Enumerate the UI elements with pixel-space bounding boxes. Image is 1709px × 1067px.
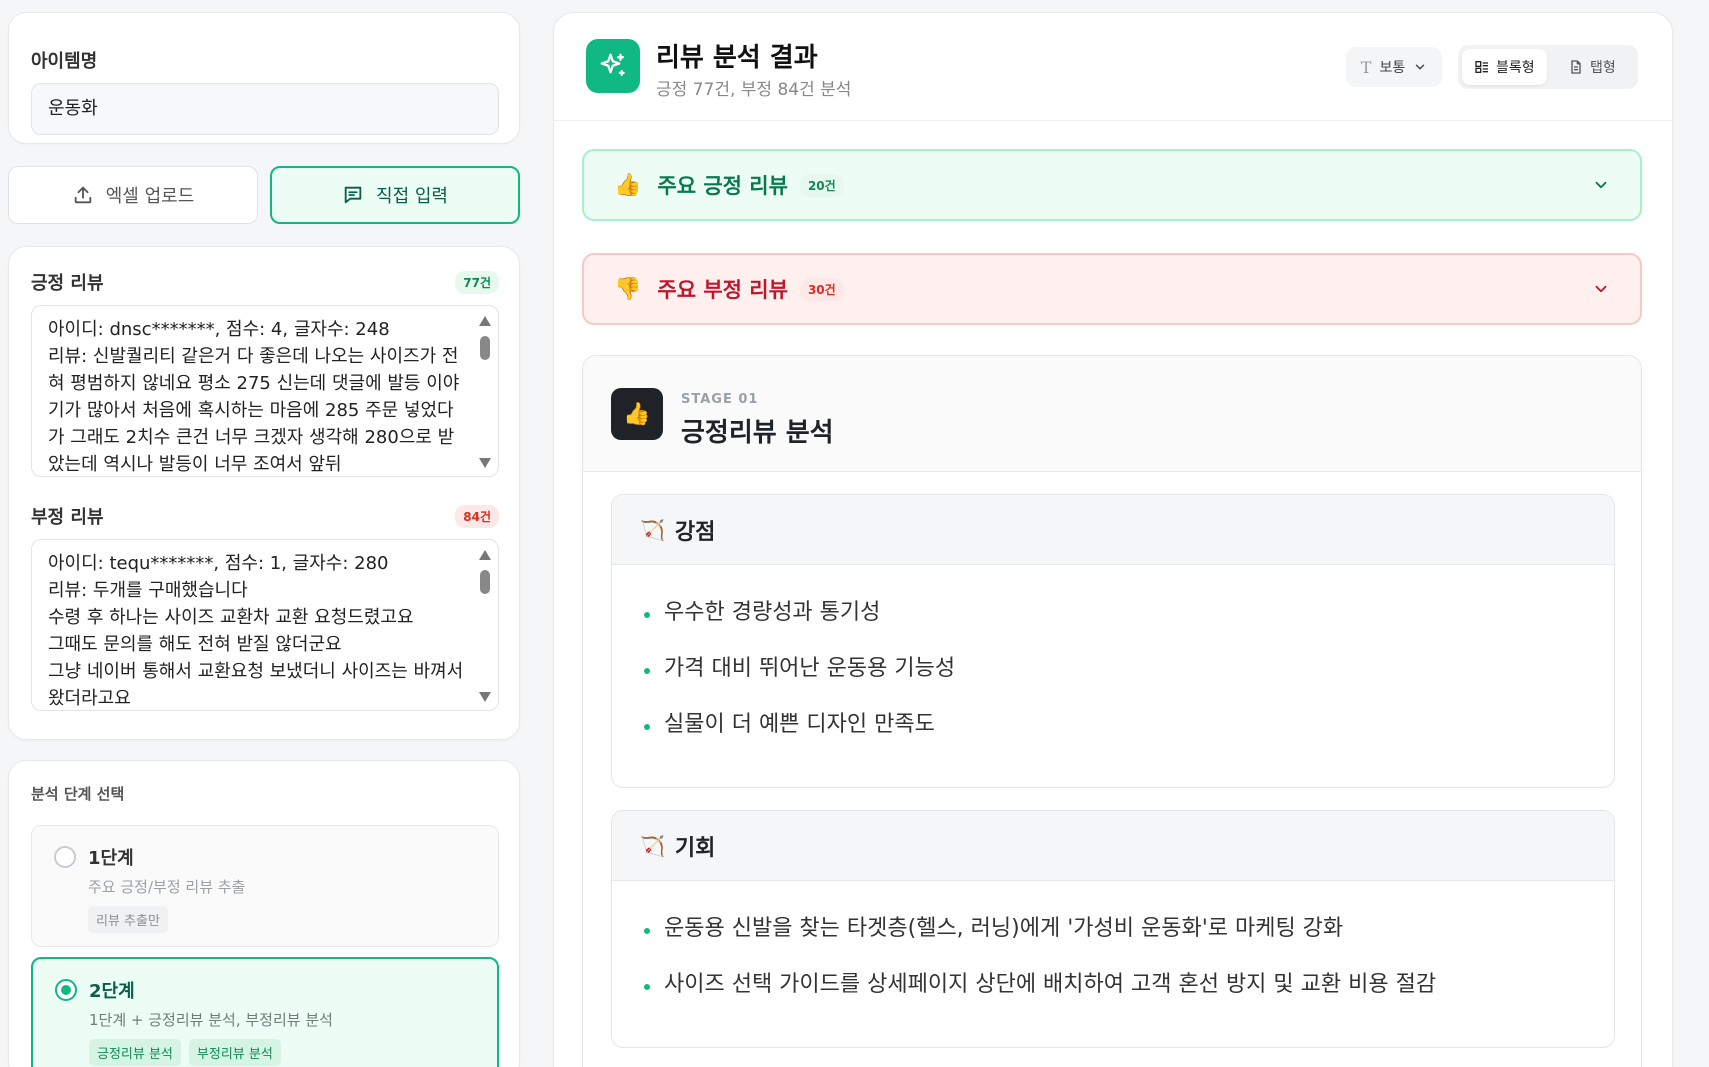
item-name-input[interactable]: 운동화 [31, 83, 499, 135]
positive-review-scrollbar[interactable] [478, 312, 492, 472]
tab-view-button[interactable]: 탭형 [1556, 49, 1628, 85]
item-name-label: 아이템명 [31, 51, 98, 72]
item-name-card: 아이템명 운동화 [8, 12, 520, 144]
excel-upload-button[interactable]: 엑셀 업로드 [8, 166, 258, 224]
negative-section-count: 30건 [799, 277, 844, 301]
result-header: 리뷰 분석 결과 긍정 77건, 부정 84건 분석 T 보통 블록형 탭형 [554, 13, 1672, 121]
list-item: 우수한 경량성과 통기성 [644, 585, 1614, 641]
positive-review-label: 긍정 리뷰 [31, 273, 104, 294]
scroll-down-arrow-icon[interactable] [479, 692, 491, 702]
font-size-value: 보통 [1379, 60, 1406, 76]
opportunities-list: 운동용 신발을 찾는 타겟층(헬스, 러닝)에게 '가성비 운동화'로 마케팅 … [612, 881, 1614, 1013]
positive-review-header: 긍정 리뷰 77건 [31, 269, 499, 295]
scroll-up-arrow-icon[interactable] [479, 316, 491, 326]
opportunities-card: 🏹 기회 운동용 신발을 찾는 타겟층(헬스, 러닝)에게 '가성비 운동화'로… [611, 810, 1615, 1048]
bow-and-arrow-icon: 🏹 [640, 833, 665, 858]
stage-kicker: STAGE 01 [681, 392, 759, 407]
thumbs-up-icon: 👍 [611, 388, 663, 440]
positive-section-count: 20건 [799, 173, 844, 197]
layout-list-icon [1475, 61, 1488, 73]
negative-count-badge: 84건 [455, 504, 499, 528]
stage1-tags: 리뷰 추출만 [88, 906, 168, 933]
excel-upload-label: 엑셀 업로드 [105, 186, 195, 207]
stage-tag: 부정리뷰 분석 [188, 1039, 281, 1066]
scroll-down-arrow-icon[interactable] [479, 458, 491, 468]
stage-select-card: 분석 단계 선택 1단계 주요 긍정/부정 리뷰 추출 리뷰 추출만 2단계 1… [8, 760, 520, 1067]
opportunities-title: 기회 [674, 835, 716, 861]
sparkles-icon [586, 39, 640, 93]
stage-option-1[interactable]: 1단계 주요 긍정/부정 리뷰 추출 리뷰 추출만 [31, 825, 499, 947]
stage-tag: 긍정리뷰 분석 [89, 1039, 181, 1066]
negative-review-textarea[interactable]: 아이디: tequ*******, 점수: 1, 글자수: 280 리뷰: 두개… [31, 539, 499, 711]
strengths-list: 우수한 경량성과 통기성 가격 대비 뛰어난 운동용 기능성 실물이 더 예쁜 … [612, 565, 1614, 753]
stage-select-label: 분석 단계 선택 [31, 785, 125, 803]
text-size-icon: T [1360, 57, 1372, 77]
stage1-desc: 주요 긍정/부정 리뷰 추출 [88, 878, 246, 896]
scroll-thumb[interactable] [480, 570, 490, 594]
direct-input-button[interactable]: 직접 입력 [270, 166, 520, 224]
negative-section-title: 주요 부정 리뷰 [657, 278, 788, 302]
list-item: 실물이 더 예쁜 디자인 만족도 [644, 697, 1614, 753]
chevron-down-icon[interactable] [1592, 176, 1610, 194]
positive-review-text: 아이디: dnsc*******, 점수: 4, 글자수: 248 리뷰: 신발… [48, 319, 460, 475]
reviews-card: 긍정 리뷰 77건 아이디: dnsc*******, 점수: 4, 글자수: … [8, 246, 520, 740]
document-icon [1571, 60, 1581, 74]
stage1-title: 1단계 [88, 848, 134, 869]
result-panel: 리뷰 분석 결과 긍정 77건, 부정 84건 분석 T 보통 블록형 탭형 👍… [553, 12, 1673, 1067]
stage-title: 긍정리뷰 분석 [681, 418, 834, 448]
result-title: 리뷰 분석 결과 [656, 43, 818, 73]
direct-input-label: 직접 입력 [376, 186, 448, 207]
strengths-title: 강점 [674, 519, 716, 545]
stage-option-2[interactable]: 2단계 1단계 + 긍정리뷰 분석, 부정리뷰 분석 긍정리뷰 분석 부정리뷰 … [31, 957, 499, 1067]
stage1-radio[interactable] [54, 846, 76, 868]
negative-section-accordion[interactable]: 👎 주요 부정 리뷰 30건 [582, 253, 1642, 325]
positive-section-accordion[interactable]: 👍 주요 긍정 리뷰 20건 [582, 149, 1642, 221]
negative-review-scrollbar[interactable] [478, 546, 492, 706]
thumbs-up-icon: 👍 [614, 172, 642, 198]
block-view-label: 블록형 [1496, 60, 1535, 76]
stage-tag: 리뷰 추출만 [88, 906, 168, 933]
negative-review-header: 부정 리뷰 84건 [31, 503, 499, 529]
upload-icon [74, 186, 91, 204]
message-icon [344, 186, 362, 204]
bow-and-arrow-icon: 🏹 [640, 517, 665, 542]
positive-review-textarea[interactable]: 아이디: dnsc*******, 점수: 4, 글자수: 248 리뷰: 신발… [31, 305, 499, 477]
stage-header: 👍 STAGE 01 긍정리뷰 분석 [583, 356, 1641, 472]
stage2-radio[interactable] [55, 979, 77, 1001]
result-subtitle: 긍정 77건, 부정 84건 분석 [656, 80, 852, 100]
stage-analysis-box: 👍 STAGE 01 긍정리뷰 분석 🏹 강점 우수한 경량성과 통기성 가격 … [582, 355, 1642, 1067]
tab-view-label: 탭형 [1590, 60, 1616, 76]
list-item: 가격 대비 뛰어난 운동용 기능성 [644, 641, 1614, 697]
chevron-down-icon [1415, 64, 1425, 70]
strengths-header: 🏹 강점 [612, 495, 1614, 565]
stage2-title: 2단계 [89, 981, 135, 1002]
scroll-thumb[interactable] [480, 336, 490, 360]
negative-review-text: 아이디: tequ*******, 점수: 1, 글자수: 280 리뷰: 두개… [48, 553, 464, 709]
opportunities-header: 🏹 기회 [612, 811, 1614, 881]
thumbs-down-icon: 👎 [614, 276, 642, 302]
list-item: 사이즈 선택 가이드를 상세페이지 상단에 배치하여 고객 혼선 방지 및 교환… [644, 957, 1614, 1013]
stage2-desc: 1단계 + 긍정리뷰 분석, 부정리뷰 분석 [89, 1011, 333, 1029]
positive-count-badge: 77건 [455, 270, 499, 294]
font-size-select[interactable]: T 보통 [1346, 47, 1442, 87]
positive-section-title: 주요 긍정 리뷰 [657, 174, 788, 198]
stage2-tags: 긍정리뷰 분석 부정리뷰 분석 [89, 1039, 281, 1066]
negative-review-label: 부정 리뷰 [31, 507, 104, 528]
scroll-up-arrow-icon[interactable] [479, 550, 491, 560]
strengths-card: 🏹 강점 우수한 경량성과 통기성 가격 대비 뛰어난 운동용 기능성 실물이 … [611, 494, 1615, 788]
list-item: 운동용 신발을 찾는 타겟층(헬스, 러닝)에게 '가성비 운동화'로 마케팅 … [644, 901, 1614, 957]
block-view-button[interactable]: 블록형 [1462, 49, 1547, 85]
view-toggle: 블록형 탭형 [1458, 45, 1638, 89]
chevron-down-icon[interactable] [1592, 280, 1610, 298]
